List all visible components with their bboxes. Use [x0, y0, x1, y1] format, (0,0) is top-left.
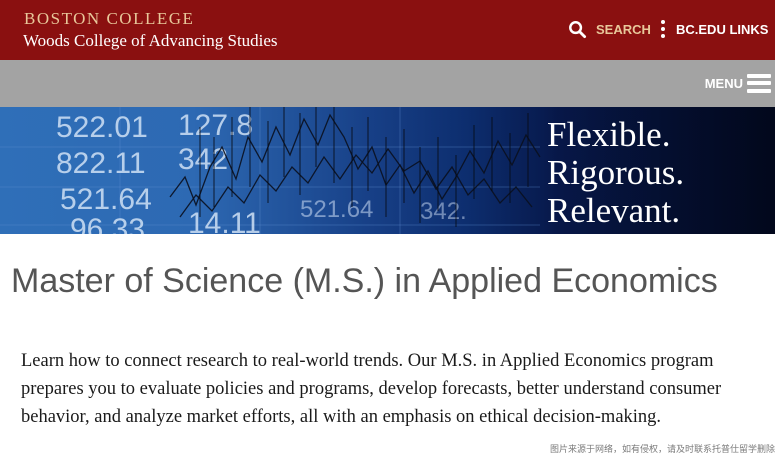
image-source-watermark: 图片来源于网络，如有侵权，请及时联系托普仕留学删除: [549, 445, 775, 455]
vertical-dots-icon: [660, 20, 666, 38]
menu-button[interactable]: MENU: [705, 72, 771, 94]
page-title: Master of Science (M.S.) in Applied Econ…: [11, 262, 718, 300]
ticker-number: 522.01: [56, 111, 148, 144]
search-button[interactable]: SEARCH: [568, 18, 651, 40]
ticker-number: 521.64: [300, 196, 373, 223]
tagline-line: Rigorous.: [547, 153, 685, 192]
ticker-number: 96.33: [70, 213, 145, 234]
brand-woods-college[interactable]: Woods College of Advancing Studies: [23, 31, 278, 51]
bc-edu-links-button[interactable]: BC.EDU LINKS: [660, 18, 768, 40]
ticker-number: 822.11: [56, 147, 146, 180]
ticker-number: 14.11: [188, 207, 261, 234]
menu-bar: MENU: [0, 60, 775, 107]
hamburger-icon: [747, 73, 771, 93]
hero-banner: 522.01 127.8 822.11 342 521.64 96.33 14.…: [0, 107, 775, 234]
bc-edu-links-label: BC.EDU LINKS: [676, 21, 769, 37]
tagline-line: Flexible.: [547, 115, 671, 154]
brand-boston-college[interactable]: BOSTON COLLEGE: [24, 9, 194, 29]
ticker-number: 521.64: [60, 183, 152, 216]
ticker-number: 127.8: [178, 109, 253, 142]
search-icon: [569, 20, 587, 38]
menu-label: MENU: [704, 75, 743, 91]
search-label: SEARCH: [596, 21, 651, 37]
hero-tagline: Flexible. Rigorous. Relevant.: [547, 116, 684, 230]
tagline-line: Relevant.: [547, 191, 681, 230]
ticker-number: 342.: [420, 198, 467, 225]
ticker-number: 342: [178, 143, 228, 176]
site-header: BOSTON COLLEGE Woods College of Advancin…: [0, 0, 775, 60]
intro-paragraph: Learn how to connect research to real-wo…: [21, 351, 722, 427]
